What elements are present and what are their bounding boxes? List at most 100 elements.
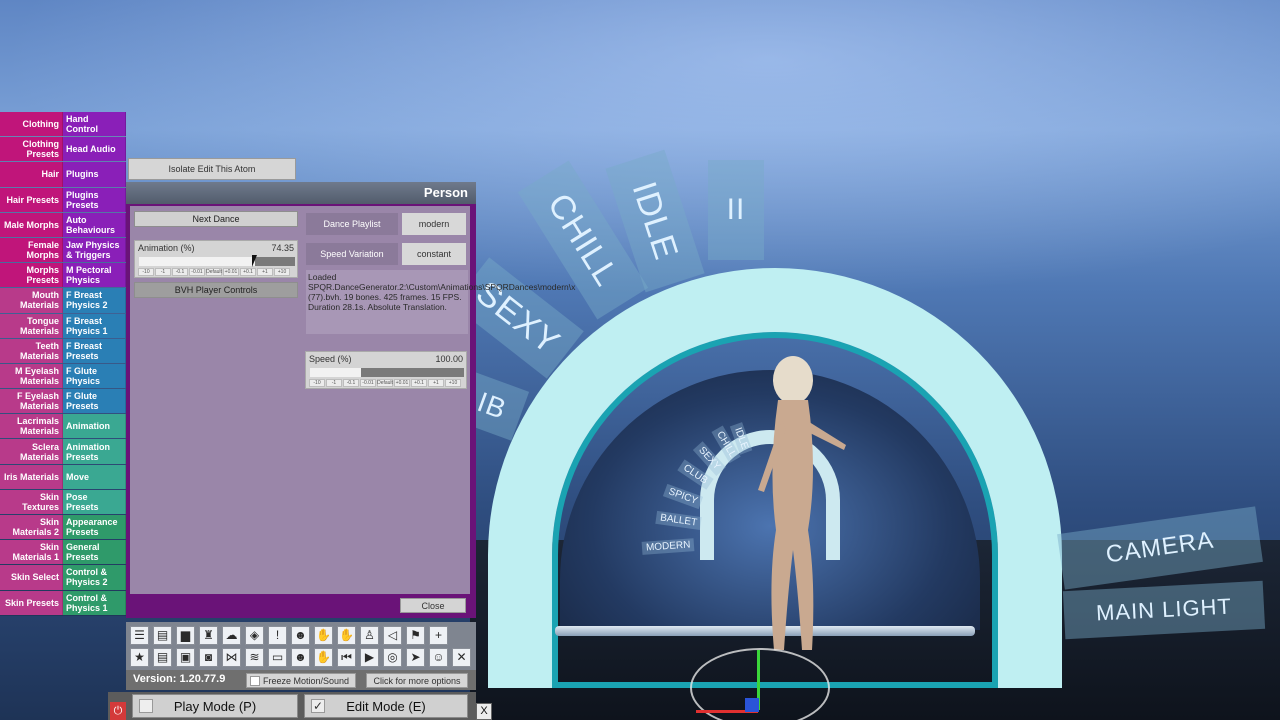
menu-tab-left[interactable]: Iris Materials — [0, 464, 63, 489]
slider-tick-button[interactable]: -10 — [138, 268, 154, 276]
star-icon[interactable]: ★ — [130, 648, 149, 667]
plus-icon[interactable]: + — [429, 626, 448, 645]
play-mode-checkbox[interactable] — [139, 699, 153, 713]
slider-tick-button[interactable]: -1 — [326, 379, 342, 387]
hand-icon[interactable]: ✋ — [314, 626, 333, 645]
speed-variation-select[interactable]: constant — [402, 243, 466, 265]
menu-tab-left[interactable]: F Eyelash Materials — [0, 389, 63, 414]
menu-tab-left[interactable]: Mouth Materials — [0, 288, 63, 313]
seat-icon[interactable]: ♜ — [199, 626, 218, 645]
menu-tab-right[interactable]: General Presets — [63, 540, 126, 565]
tools-icon[interactable]: ✕ — [452, 648, 471, 667]
menu-tab-right[interactable]: F Glute Physics — [63, 363, 126, 389]
animation-slider-track[interactable] — [139, 257, 295, 266]
menu-tab-left[interactable]: Skin Select — [0, 565, 63, 590]
sign-pause[interactable]: II — [708, 160, 764, 260]
document-icon[interactable]: ▭ — [268, 648, 287, 667]
menu-tab-left[interactable]: Lacrimals Materials — [0, 414, 63, 439]
hand-icon[interactable]: ✋ — [337, 626, 356, 645]
slider-tick-button[interactable]: +10 — [274, 268, 290, 276]
slider-tick-button[interactable]: -0.1 — [172, 268, 188, 276]
person-edit-icon[interactable]: ☻ — [291, 648, 310, 667]
menu-tab-right[interactable]: F Breast Presets — [63, 338, 126, 363]
freeze-motion-toggle[interactable]: Freeze Motion/Sound — [246, 673, 356, 688]
menu-tab-right[interactable]: Plugins Presets — [63, 187, 126, 212]
menu-tab-left[interactable]: Tongue Materials — [0, 313, 63, 338]
cube-icon[interactable]: ◈ — [245, 626, 264, 645]
menu-tab-right[interactable]: Head Audio — [63, 137, 126, 162]
menu-tab-left[interactable]: Skin Materials 1 — [0, 540, 63, 565]
users-icon[interactable]: ☺ — [429, 648, 448, 667]
menu-tab-right[interactable]: Appearance Presets — [63, 515, 126, 540]
slider-tick-button[interactable]: Default — [206, 268, 222, 276]
animation-slider[interactable]: Animation (%) 74.35 -10 -1 -0.1 -0.01 Defaul… — [134, 240, 298, 278]
layers-icon[interactable]: ≋ — [245, 648, 264, 667]
menu-tab-right[interactable]: F Breast Physics 2 — [63, 288, 126, 313]
menu-tab-left[interactable]: Hair Presets — [0, 187, 63, 212]
speed-slider[interactable]: Speed (%) 100.00 -10 -1 -0.1 -0.01 Default +0… — [305, 351, 467, 389]
edit-mode-button[interactable]: ✓ Edit Mode (E) — [304, 694, 468, 718]
freeze-checkbox[interactable] — [250, 676, 260, 686]
close-button[interactable]: Close — [400, 598, 466, 613]
menu-tab-right[interactable]: Pose Presets — [63, 489, 126, 514]
menu-tab-right[interactable]: Control & Physics 1 — [63, 590, 126, 615]
slider-tick-button[interactable]: +0.01 — [223, 268, 239, 276]
menu-tab-left[interactable]: M Eyelash Materials — [0, 363, 63, 389]
menu-tab-right[interactable]: F Glute Presets — [63, 389, 126, 414]
menu-tab-right[interactable]: Move — [63, 464, 126, 489]
folder-icon[interactable]: ▆ — [176, 626, 195, 645]
cloud-icon[interactable]: ☁ — [222, 626, 241, 645]
scene-open-icon[interactable]: ▤ — [153, 626, 172, 645]
slider-tick-button[interactable]: Default — [377, 379, 393, 387]
menu-tab-right[interactable]: Jaw Physics & Triggers — [63, 237, 126, 263]
scene-icon[interactable]: ▤ — [153, 648, 172, 667]
power-icon[interactable]: ⏻ — [110, 702, 126, 720]
hand-edit-icon[interactable]: ✋ — [314, 648, 333, 667]
isolate-edit-button[interactable]: Isolate Edit This Atom — [128, 158, 296, 180]
menu-tab-left[interactable]: Skin Materials 2 — [0, 515, 63, 540]
slider-tick-button[interactable]: -1 — [155, 268, 171, 276]
slider-tick-button[interactable]: +0.1 — [240, 268, 256, 276]
person-figure[interactable] — [738, 350, 848, 680]
nodes-icon[interactable]: ⋈ — [222, 648, 241, 667]
menu-tab-left[interactable]: Clothing — [0, 112, 63, 137]
gizmo-center[interactable] — [745, 698, 759, 712]
menu-tab-right[interactable]: Plugins — [63, 162, 126, 187]
more-options-button[interactable]: Click for more options — [366, 673, 468, 688]
menu-tab-left[interactable]: Morphs Presets — [0, 263, 63, 288]
step-back-icon[interactable]: ⏮ — [337, 648, 356, 667]
media-icon[interactable]: ▣ — [176, 648, 195, 667]
menu-tab-right[interactable]: Control & Physics 2 — [63, 565, 126, 590]
menu-tab-left[interactable]: Teeth Materials — [0, 338, 63, 363]
menu-tab-left[interactable]: Hair — [0, 162, 63, 187]
menu-tab-left[interactable]: Female Morphs — [0, 237, 63, 263]
bvh-player-controls-button[interactable]: BVH Player Controls — [134, 282, 298, 298]
menu-tab-right[interactable]: M Pectoral Physics — [63, 263, 126, 288]
menu-tab-left[interactable]: Skin Textures — [0, 489, 63, 514]
camera-icon[interactable]: ◙ — [199, 648, 218, 667]
menu-tab-left[interactable]: Sclera Materials — [0, 439, 63, 464]
person-icon[interactable]: ☻ — [291, 626, 310, 645]
next-dance-button[interactable]: Next Dance — [134, 211, 298, 227]
edit-mode-checkbox[interactable]: ✓ — [311, 699, 325, 713]
slider-tick-button[interactable]: -0.01 — [360, 379, 376, 387]
slider-tick-button[interactable]: -10 — [309, 379, 325, 387]
menu-tab-right[interactable]: Auto Behaviours — [63, 212, 126, 237]
menu-tab-right[interactable]: Animation — [63, 414, 126, 439]
close-ui-button[interactable]: X — [476, 703, 492, 720]
user-icon[interactable]: ♙ — [360, 626, 379, 645]
menu-tab-left[interactable]: Skin Presets — [0, 590, 63, 615]
pointer-icon[interactable]: ➤ — [406, 648, 425, 667]
menu-tab-left[interactable]: Male Morphs — [0, 212, 63, 237]
menu-icon[interactable]: ☰ — [130, 626, 149, 645]
slider-tick-button[interactable]: -0.01 — [189, 268, 205, 276]
menu-tab-right[interactable]: Animation Presets — [63, 439, 126, 464]
target-icon[interactable]: ◎ — [383, 648, 402, 667]
menu-tab-right[interactable]: Hand Control — [63, 112, 126, 137]
slider-tick-button[interactable]: +0.01 — [394, 379, 410, 387]
play-icon[interactable]: ▶ — [360, 648, 379, 667]
slider-tick-button[interactable]: -0.1 — [343, 379, 359, 387]
play-mode-button[interactable]: Play Mode (P) — [132, 694, 298, 718]
dance-playlist-select[interactable]: modern — [402, 213, 466, 235]
slider-tick-button[interactable]: +1 — [257, 268, 273, 276]
